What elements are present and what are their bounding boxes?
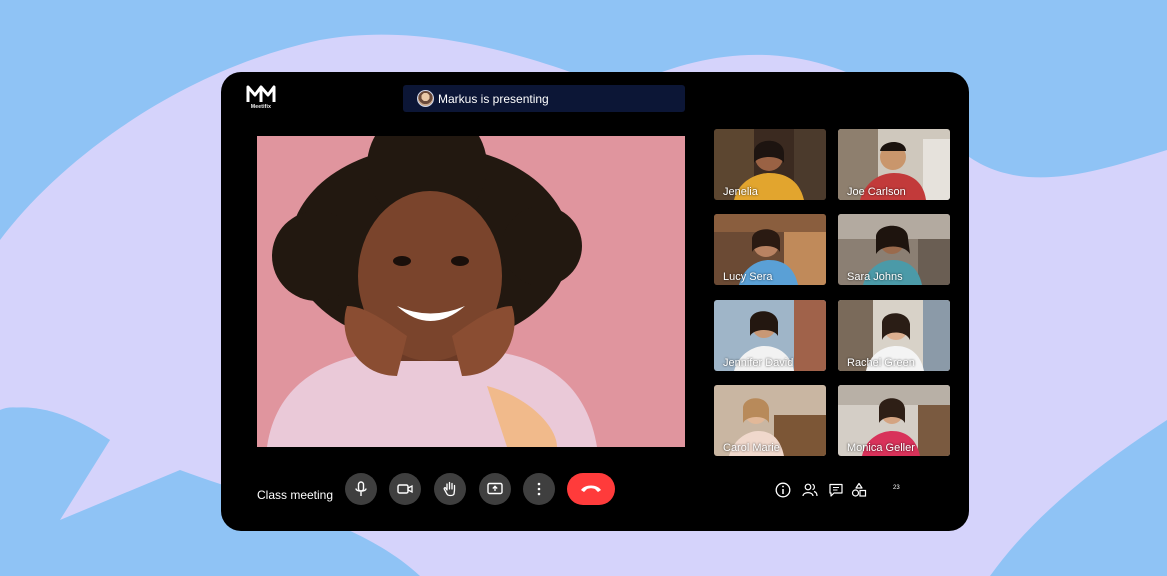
meeting-window: Meetifix Markus is presenting Jenelia Jo… xyxy=(221,72,969,531)
end-call-button[interactable] xyxy=(567,473,615,505)
presenter-video-frame xyxy=(257,136,685,447)
participant-name: Jenelia xyxy=(723,186,758,198)
participant-tile[interactable]: Carol Marie xyxy=(714,385,826,456)
participant-tile[interactable]: Joe Carlson xyxy=(838,129,950,200)
info-button[interactable] xyxy=(775,482,791,498)
participant-tile[interactable]: Monica Geller xyxy=(838,385,950,456)
chat-button[interactable] xyxy=(828,482,844,498)
share-screen-button[interactable] xyxy=(479,473,511,505)
participant-tile[interactable]: Jennifer David xyxy=(714,300,826,371)
share-screen-icon xyxy=(487,482,503,495)
presenting-banner: Markus is presenting xyxy=(403,85,685,112)
microphone-button[interactable] xyxy=(345,473,377,505)
presenter-avatar xyxy=(417,90,434,107)
participant-name: Lucy Sera xyxy=(723,271,773,283)
microphone-icon xyxy=(355,481,367,496)
brand-name: Meetifix xyxy=(250,104,272,110)
participant-name: Monica Geller xyxy=(847,442,915,454)
more-options-icon xyxy=(537,482,541,496)
participant-tile[interactable]: Sara Johns xyxy=(838,214,950,285)
raise-hand-button[interactable] xyxy=(434,473,466,505)
main-video xyxy=(257,136,685,447)
participant-name: Rachel Green xyxy=(847,357,915,369)
activities-button[interactable] xyxy=(851,482,867,498)
presenting-text: Markus is presenting xyxy=(438,91,549,106)
info-icon xyxy=(775,482,791,498)
meeting-title: Class meeting xyxy=(257,488,334,502)
chat-icon xyxy=(829,483,843,497)
activities-icon xyxy=(851,482,867,497)
people-icon xyxy=(802,483,818,497)
participant-name: Carol Marie xyxy=(723,442,780,454)
participants-button[interactable] xyxy=(802,482,818,498)
participant-name: Jennifer David xyxy=(723,357,794,369)
participant-count: 23 xyxy=(893,485,900,491)
participant-tile[interactable]: Jenelia xyxy=(714,129,826,200)
participant-name: Sara Johns xyxy=(847,271,903,283)
video-camera-icon xyxy=(397,484,413,494)
more-options-button[interactable] xyxy=(523,473,555,505)
participant-tile[interactable]: Lucy Sera xyxy=(714,214,826,285)
camera-button[interactable] xyxy=(389,473,421,505)
raise-hand-icon xyxy=(443,481,456,497)
logo-mark-icon xyxy=(246,85,276,102)
brand-logo: Meetifix xyxy=(245,84,277,112)
participant-name: Joe Carlson xyxy=(847,186,906,198)
participant-tile[interactable]: Rachel Green xyxy=(838,300,950,371)
end-call-icon xyxy=(581,485,601,492)
